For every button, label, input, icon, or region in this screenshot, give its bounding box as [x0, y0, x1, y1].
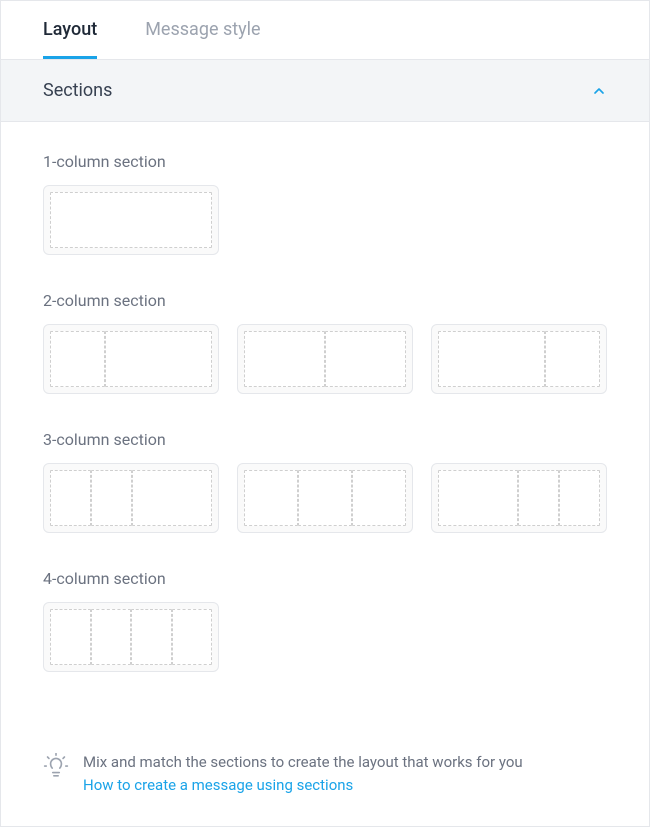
layouts-row-3col	[43, 463, 607, 533]
layout-col	[244, 470, 298, 526]
sections-panel-body: 1-column section 2-column section	[1, 122, 649, 731]
layout-col	[545, 331, 600, 387]
layout-col	[50, 192, 212, 248]
tab-bar: Layout Message style	[1, 1, 649, 60]
layout-3col-right-wide[interactable]	[43, 463, 219, 533]
layout-col	[518, 470, 559, 526]
layout-col	[325, 331, 406, 387]
layout-col	[91, 609, 132, 665]
section-label-2col: 2-column section	[43, 291, 607, 310]
layout-editor-panel: Layout Message style Sections 1-column s…	[0, 0, 650, 827]
layout-col	[105, 331, 212, 387]
tip-text: Mix and match the sections to create the…	[83, 751, 523, 796]
layout-1col[interactable]	[43, 185, 219, 255]
footer-tip: Mix and match the sections to create the…	[1, 731, 649, 826]
section-label-3col: 3-column section	[43, 430, 607, 449]
chevron-up-icon	[591, 83, 607, 99]
layouts-row-1col	[43, 185, 607, 255]
sections-panel-header[interactable]: Sections	[1, 60, 649, 122]
section-label-4col: 4-column section	[43, 569, 607, 588]
section-label-1col: 1-column section	[43, 152, 607, 171]
layout-col	[559, 470, 600, 526]
layout-col	[132, 470, 212, 526]
lightbulb-icon	[43, 753, 69, 783]
layout-4col-equal[interactable]	[43, 602, 219, 672]
layout-2col-right-narrow[interactable]	[431, 324, 607, 394]
layout-col	[352, 470, 406, 526]
tab-message-style[interactable]: Message style	[145, 1, 260, 59]
layouts-row-2col	[43, 324, 607, 394]
layout-col	[131, 609, 172, 665]
section-group-1col: 1-column section	[43, 152, 607, 255]
layout-col	[50, 609, 91, 665]
layout-2col-equal[interactable]	[237, 324, 413, 394]
tip-message: Mix and match the sections to create the…	[83, 753, 523, 771]
layout-col	[244, 331, 325, 387]
section-group-2col: 2-column section	[43, 291, 607, 394]
layout-3col-equal[interactable]	[237, 463, 413, 533]
sections-panel-title: Sections	[43, 80, 112, 101]
layout-col	[438, 470, 518, 526]
layout-col	[50, 470, 91, 526]
layouts-row-4col	[43, 602, 607, 672]
layout-col	[298, 470, 352, 526]
layout-3col-left-wide[interactable]	[431, 463, 607, 533]
tab-layout[interactable]: Layout	[43, 1, 97, 59]
section-group-4col: 4-column section	[43, 569, 607, 672]
layout-col	[50, 331, 105, 387]
tip-link[interactable]: How to create a message using sections	[83, 774, 523, 797]
layout-col	[172, 609, 213, 665]
layout-col	[438, 331, 545, 387]
layout-2col-left-narrow[interactable]	[43, 324, 219, 394]
layout-col	[91, 470, 132, 526]
section-group-3col: 3-column section	[43, 430, 607, 533]
